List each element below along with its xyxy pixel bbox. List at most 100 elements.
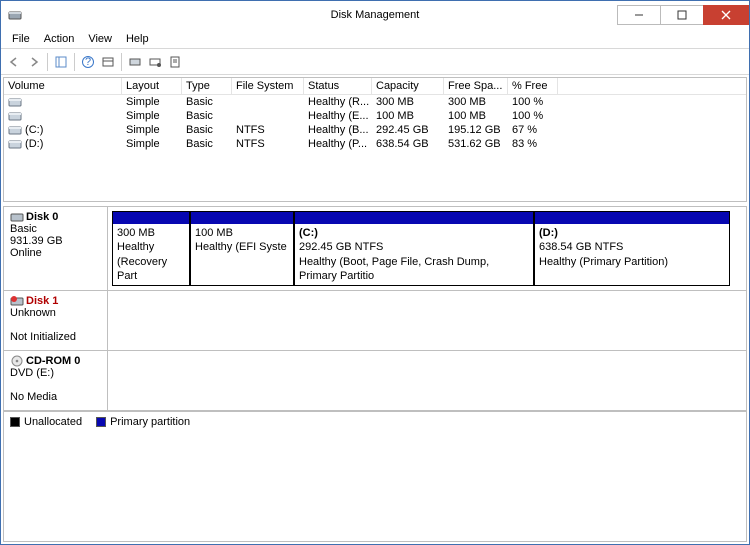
maximize-button[interactable]	[660, 5, 704, 25]
window-controls	[618, 5, 749, 25]
legend-unallocated: Unallocated	[10, 416, 82, 428]
table-cell: 638.54 GB	[372, 137, 444, 151]
table-cell: 300 MB	[444, 95, 508, 109]
disk-row-2[interactable]: CD-ROM 0 DVD (E:) No Media	[4, 351, 746, 411]
volume-list-panel: Volume Layout Type File System Status Ca…	[3, 77, 747, 202]
partition-text: 100 MBHealthy (EFI Syste	[191, 224, 293, 257]
table-cell	[232, 109, 304, 123]
legend-primary: Primary partition	[96, 416, 190, 428]
show-hide-button[interactable]	[52, 53, 70, 71]
volume-column-headers: Volume Layout Type File System Status Ca…	[4, 78, 746, 95]
properties-button[interactable]	[166, 53, 184, 71]
disk-partitions	[108, 351, 746, 410]
table-cell: 300 MB	[372, 95, 444, 109]
table-row[interactable]: SimpleBasicHealthy (E...100 MB100 MB100 …	[4, 109, 746, 123]
window-title: Disk Management	[331, 9, 420, 21]
partition[interactable]: 300 MBHealthy (Recovery Part	[112, 211, 190, 286]
minimize-button[interactable]	[617, 5, 661, 25]
col-freespace[interactable]: Free Spa...	[444, 78, 508, 94]
col-status[interactable]: Status	[304, 78, 372, 94]
table-cell: 195.12 GB	[444, 123, 508, 137]
toolbar-separator	[47, 53, 48, 71]
back-button[interactable]	[5, 53, 23, 71]
table-cell: (C:)	[4, 123, 122, 137]
table-cell: Basic	[182, 123, 232, 137]
col-spacer	[558, 78, 746, 94]
titlebar: Disk Management	[1, 1, 749, 29]
partition-text: (C:)292.45 GB NTFSHealthy (Boot, Page Fi…	[295, 224, 533, 285]
content: Volume Layout Type File System Status Ca…	[1, 75, 749, 544]
table-row[interactable]: (D:)SimpleBasicNTFSHealthy (P...638.54 G…	[4, 137, 746, 151]
disk-type: DVD (E:)	[10, 367, 54, 379]
partition-bar	[535, 212, 729, 224]
partition-bar	[191, 212, 293, 224]
refresh-button[interactable]	[99, 53, 117, 71]
table-cell: Healthy (R...	[304, 95, 372, 109]
table-cell: 100 %	[508, 95, 558, 109]
disk-type: Basic	[10, 223, 37, 235]
disk-header: Disk 1 Unknown Not Initialized	[4, 291, 108, 350]
disk-name: Disk 0	[26, 211, 58, 223]
disk-row-1[interactable]: Disk 1 Unknown Not Initialized	[4, 291, 746, 351]
table-row[interactable]: (C:)SimpleBasicNTFSHealthy (B...292.45 G…	[4, 123, 746, 137]
col-volume[interactable]: Volume	[4, 78, 122, 94]
disk-name: CD-ROM 0	[26, 355, 80, 367]
app-icon	[7, 7, 23, 23]
table-cell: 67 %	[508, 123, 558, 137]
cdrom-icon	[10, 355, 24, 367]
partition-bar	[113, 212, 189, 224]
swatch-black-icon	[10, 417, 20, 427]
disk-type: Unknown	[10, 307, 56, 319]
table-cell: 100 %	[508, 109, 558, 123]
col-pctfree[interactable]: % Free	[508, 78, 558, 94]
col-layout[interactable]: Layout	[122, 78, 182, 94]
col-type[interactable]: Type	[182, 78, 232, 94]
partition-text: (D:)638.54 GB NTFSHealthy (Primary Parti…	[535, 224, 729, 271]
table-cell	[4, 109, 122, 123]
toolbar-separator	[121, 53, 122, 71]
disk-row-0[interactable]: Disk 0 Basic 931.39 GB Online 300 MBHeal…	[4, 207, 746, 291]
close-button[interactable]	[703, 5, 749, 25]
forward-button[interactable]	[25, 53, 43, 71]
settings-button[interactable]	[146, 53, 164, 71]
menu-action[interactable]: Action	[37, 31, 82, 47]
table-cell: Healthy (P...	[304, 137, 372, 151]
legend-label: Primary partition	[110, 416, 190, 428]
toolbar-separator	[74, 53, 75, 71]
table-cell: Simple	[122, 95, 182, 109]
svg-text:?: ?	[85, 56, 91, 68]
table-cell: Basic	[182, 95, 232, 109]
table-cell: 100 MB	[444, 109, 508, 123]
partition[interactable]: 100 MBHealthy (EFI Syste	[190, 211, 294, 286]
table-cell: Basic	[182, 137, 232, 151]
disk-name: Disk 1	[26, 295, 58, 307]
table-cell: Healthy (B...	[304, 123, 372, 137]
legend: Unallocated Primary partition	[4, 411, 746, 432]
menu-help[interactable]: Help	[119, 31, 156, 47]
table-cell	[4, 95, 122, 109]
table-cell: Healthy (E...	[304, 109, 372, 123]
col-capacity[interactable]: Capacity	[372, 78, 444, 94]
partition-text: 300 MBHealthy (Recovery Part	[113, 224, 189, 285]
volume-rows: SimpleBasicHealthy (R...300 MB300 MB100 …	[4, 95, 746, 151]
table-cell: Simple	[122, 137, 182, 151]
disk-partitions	[108, 291, 746, 350]
disk-header: CD-ROM 0 DVD (E:) No Media	[4, 351, 108, 410]
disk-status: No Media	[10, 391, 57, 403]
menu-file[interactable]: File	[5, 31, 37, 47]
table-cell: Simple	[122, 109, 182, 123]
col-filesystem[interactable]: File System	[232, 78, 304, 94]
table-row[interactable]: SimpleBasicHealthy (R...300 MB300 MB100 …	[4, 95, 746, 109]
partition-bar	[295, 212, 533, 224]
help-button[interactable]: ?	[79, 53, 97, 71]
table-cell: NTFS	[232, 123, 304, 137]
swatch-blue-icon	[96, 417, 106, 427]
partition[interactable]: (D:)638.54 GB NTFSHealthy (Primary Parti…	[534, 211, 730, 286]
disk-partitions: 300 MBHealthy (Recovery Part 100 MBHealt…	[108, 207, 746, 290]
menu-view[interactable]: View	[81, 31, 119, 47]
partition[interactable]: (C:)292.45 GB NTFSHealthy (Boot, Page Fi…	[294, 211, 534, 286]
disk-list-button[interactable]	[126, 53, 144, 71]
table-cell: 100 MB	[372, 109, 444, 123]
disk-status: Online	[10, 247, 42, 259]
table-cell	[232, 95, 304, 109]
